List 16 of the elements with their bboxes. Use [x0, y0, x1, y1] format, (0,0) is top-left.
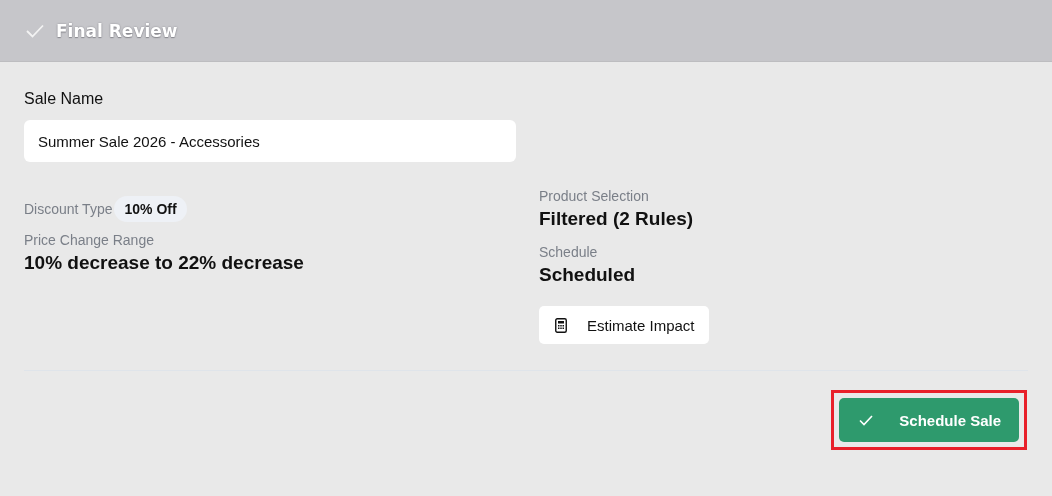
schedule-sale-button[interactable]: Schedule Sale	[839, 398, 1019, 442]
detail-value: Scheduled	[539, 264, 637, 286]
check-icon	[859, 414, 874, 426]
detail-value: 10% decrease to 22% decrease	[24, 252, 305, 274]
detail-value: Filtered (2 Rules)	[539, 208, 695, 230]
detail-label: Schedule	[539, 244, 599, 260]
detail-label: Discount Type	[24, 201, 113, 217]
check-icon	[26, 23, 44, 38]
sale-name-field[interactable]: Summer Sale 2026 - Accessories	[24, 120, 516, 162]
detail-label: Product Selection	[539, 188, 650, 204]
detail-label: Price Change Range	[24, 232, 155, 248]
discount-badge: 10% Off	[114, 196, 187, 222]
section-title: Final Review	[56, 20, 178, 41]
calculator-icon	[555, 317, 567, 333]
field-label: Sale Name	[24, 90, 105, 108]
estimate-impact-button[interactable]: Estimate Impact	[539, 306, 709, 344]
